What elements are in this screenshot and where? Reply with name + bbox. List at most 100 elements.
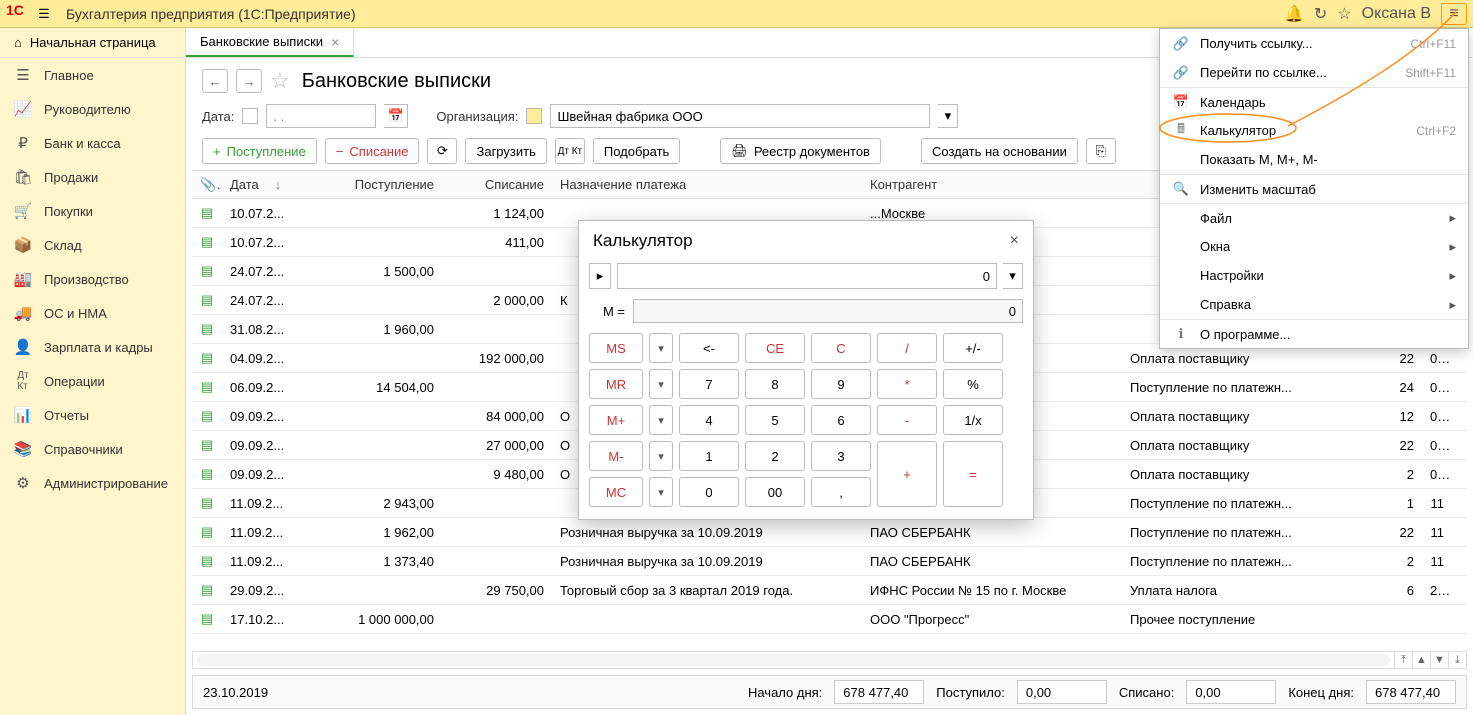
close-icon[interactable]: ×: [331, 34, 339, 50]
menu-icon[interactable]: ☰: [38, 6, 58, 22]
table-row[interactable]: ▤11.09.2...1 962,00Розничная выручка за …: [192, 518, 1467, 547]
nav-back-button[interactable]: ←: [202, 69, 228, 93]
calc-key-ms[interactable]: MS: [589, 333, 643, 363]
refresh-button[interactable]: ⟳: [427, 138, 457, 164]
menu-item[interactable]: Показать M, M+, M-: [1160, 145, 1468, 174]
calc-key-00[interactable]: 00: [745, 477, 805, 507]
date-input[interactable]: . .: [266, 104, 376, 128]
scroll-down-icon[interactable]: ▼: [1430, 652, 1448, 668]
horizontal-scrollbar[interactable]: [197, 654, 1390, 666]
menu-item[interactable]: ℹО программе...: [1160, 319, 1468, 348]
scroll-bottom-icon[interactable]: ⤓: [1448, 652, 1466, 668]
calendar-icon[interactable]: 📅: [384, 104, 408, 128]
calc-key-m[interactable]: M+: [589, 405, 643, 435]
registry-button[interactable]: 🖨Реестр документов: [720, 138, 881, 164]
sidebar-item-catalogs[interactable]: 📚Справочники: [0, 432, 185, 466]
calc-key-[interactable]: ,: [811, 477, 871, 507]
close-icon[interactable]: ×: [1010, 232, 1019, 250]
sidebar-item-bank[interactable]: ₽Банк и касса: [0, 126, 185, 160]
add-outgoing-button[interactable]: −Списание: [325, 138, 420, 164]
table-row[interactable]: ▤29.09.2...29 750,00Торговый сбор за 3 к…: [192, 576, 1467, 605]
col-date[interactable]: Дата↓: [222, 177, 332, 192]
col-outgoing[interactable]: Списание: [442, 177, 552, 192]
calc-key-[interactable]: /: [877, 333, 937, 363]
calc-key-7[interactable]: 7: [679, 369, 739, 399]
nav-forward-button[interactable]: →: [236, 69, 262, 93]
calculator-display[interactable]: 0: [617, 263, 997, 289]
calc-key-8[interactable]: 8: [745, 369, 805, 399]
calc-key-1[interactable]: 1: [679, 441, 739, 471]
favorite-icon[interactable]: ☆: [270, 68, 290, 94]
calc-key-9[interactable]: 9: [811, 369, 871, 399]
load-button[interactable]: Загрузить: [465, 138, 546, 164]
menu-item[interactable]: Справка▸: [1160, 290, 1468, 319]
sidebar-item-reports[interactable]: 📊Отчеты: [0, 398, 185, 432]
menu-item[interactable]: 📅Календарь: [1160, 87, 1468, 116]
calc-key-[interactable]: ▾: [649, 369, 673, 399]
sidebar-item-assets[interactable]: 🚚ОС и НМА: [0, 296, 185, 330]
org-input[interactable]: Швейная фабрика ООО: [550, 104, 930, 128]
col-attachment[interactable]: 📎: [192, 177, 222, 193]
history-expand-icon[interactable]: ▸: [589, 263, 611, 289]
menu-item[interactable]: Окна▸: [1160, 232, 1468, 261]
sidebar-item-warehouse[interactable]: 📦Склад: [0, 228, 185, 262]
org-checkbox[interactable]: [526, 108, 542, 124]
add-incoming-button[interactable]: +Поступление: [202, 138, 317, 164]
calc-key-m[interactable]: M-: [589, 441, 643, 471]
bell-icon[interactable]: 🔔: [1284, 4, 1304, 24]
menu-item[interactable]: Настройки▸: [1160, 261, 1468, 290]
pick-button[interactable]: Подобрать: [593, 138, 680, 164]
calc-key-[interactable]: ▾: [649, 333, 673, 363]
scroll-up-icon[interactable]: ▲: [1412, 652, 1430, 668]
history-icon[interactable]: ↻: [1314, 4, 1327, 24]
chevron-down-icon[interactable]: ▾: [1003, 263, 1023, 289]
calc-key-3[interactable]: 3: [811, 441, 871, 471]
menu-item[interactable]: 🔍Изменить масштаб: [1160, 174, 1468, 203]
tab-home[interactable]: ⌂ Начальная страница: [0, 28, 186, 57]
calc-key-[interactable]: %: [943, 369, 1003, 399]
sidebar-item-sales[interactable]: 🛍Продажи: [0, 160, 185, 194]
sidebar-item-operations[interactable]: ДтКтОперации: [0, 364, 185, 398]
chevron-down-icon[interactable]: ▾: [938, 104, 958, 128]
menu-item[interactable]: 🔗Получить ссылку...Ctrl+F11: [1160, 29, 1468, 58]
calc-key-0[interactable]: 0: [679, 477, 739, 507]
calc-key-c[interactable]: C: [811, 333, 871, 363]
calc-key-[interactable]: <-: [679, 333, 739, 363]
menu-item[interactable]: 🔗Перейти по ссылке...Shift+F11: [1160, 58, 1468, 87]
user-label[interactable]: Оксана В: [1362, 5, 1431, 23]
calc-key-6[interactable]: 6: [811, 405, 871, 435]
col-incoming[interactable]: Поступление: [332, 177, 442, 192]
calc-key-[interactable]: +: [877, 441, 937, 507]
calc-key-mc[interactable]: MC: [589, 477, 643, 507]
sidebar-item-salary[interactable]: 👤Зарплата и кадры: [0, 330, 185, 364]
sidebar-item-production[interactable]: 🏭Производство: [0, 262, 185, 296]
calc-key-[interactable]: *: [877, 369, 937, 399]
sidebar-item-manager[interactable]: 📈Руководителю: [0, 92, 185, 126]
sidebar-item-main[interactable]: ☰Главное: [0, 58, 185, 92]
calc-key-ce[interactable]: CE: [745, 333, 805, 363]
table-row[interactable]: ▤17.10.2...1 000 000,00ООО "Прогресс"Про…: [192, 605, 1467, 634]
menu-item[interactable]: 🖩КалькуляторCtrl+F2: [1160, 116, 1468, 145]
col-purpose[interactable]: Назначение платежа: [552, 177, 862, 192]
menu-item[interactable]: Файл▸: [1160, 203, 1468, 232]
calc-key-4[interactable]: 4: [679, 405, 739, 435]
create-based-button[interactable]: Создать на основании: [921, 138, 1078, 164]
col-contragent[interactable]: Контрагент: [862, 177, 1122, 192]
calc-key-[interactable]: ▾: [649, 477, 673, 507]
calc-key-[interactable]: =: [943, 441, 1003, 507]
calc-key-[interactable]: ▾: [649, 441, 673, 471]
star-icon[interactable]: ☆: [1337, 4, 1351, 24]
calc-key-[interactable]: ▾: [649, 405, 673, 435]
sidebar-item-admin[interactable]: ⚙Администрирование: [0, 466, 185, 500]
calc-key-[interactable]: -: [877, 405, 937, 435]
calc-key-1x[interactable]: 1/x: [943, 405, 1003, 435]
date-checkbox[interactable]: [242, 108, 258, 124]
tab-active[interactable]: Банковские выписки ×: [186, 28, 354, 57]
config-button[interactable]: ⎘: [1086, 138, 1116, 164]
table-row[interactable]: ▤11.09.2...1 373,40Розничная выручка за …: [192, 547, 1467, 576]
sidebar-item-purchases[interactable]: 🛒Покупки: [0, 194, 185, 228]
main-menu-button[interactable]: ≡: [1441, 3, 1467, 25]
calc-key-2[interactable]: 2: [745, 441, 805, 471]
calc-key-[interactable]: +/-: [943, 333, 1003, 363]
calc-key-mr[interactable]: MR: [589, 369, 643, 399]
